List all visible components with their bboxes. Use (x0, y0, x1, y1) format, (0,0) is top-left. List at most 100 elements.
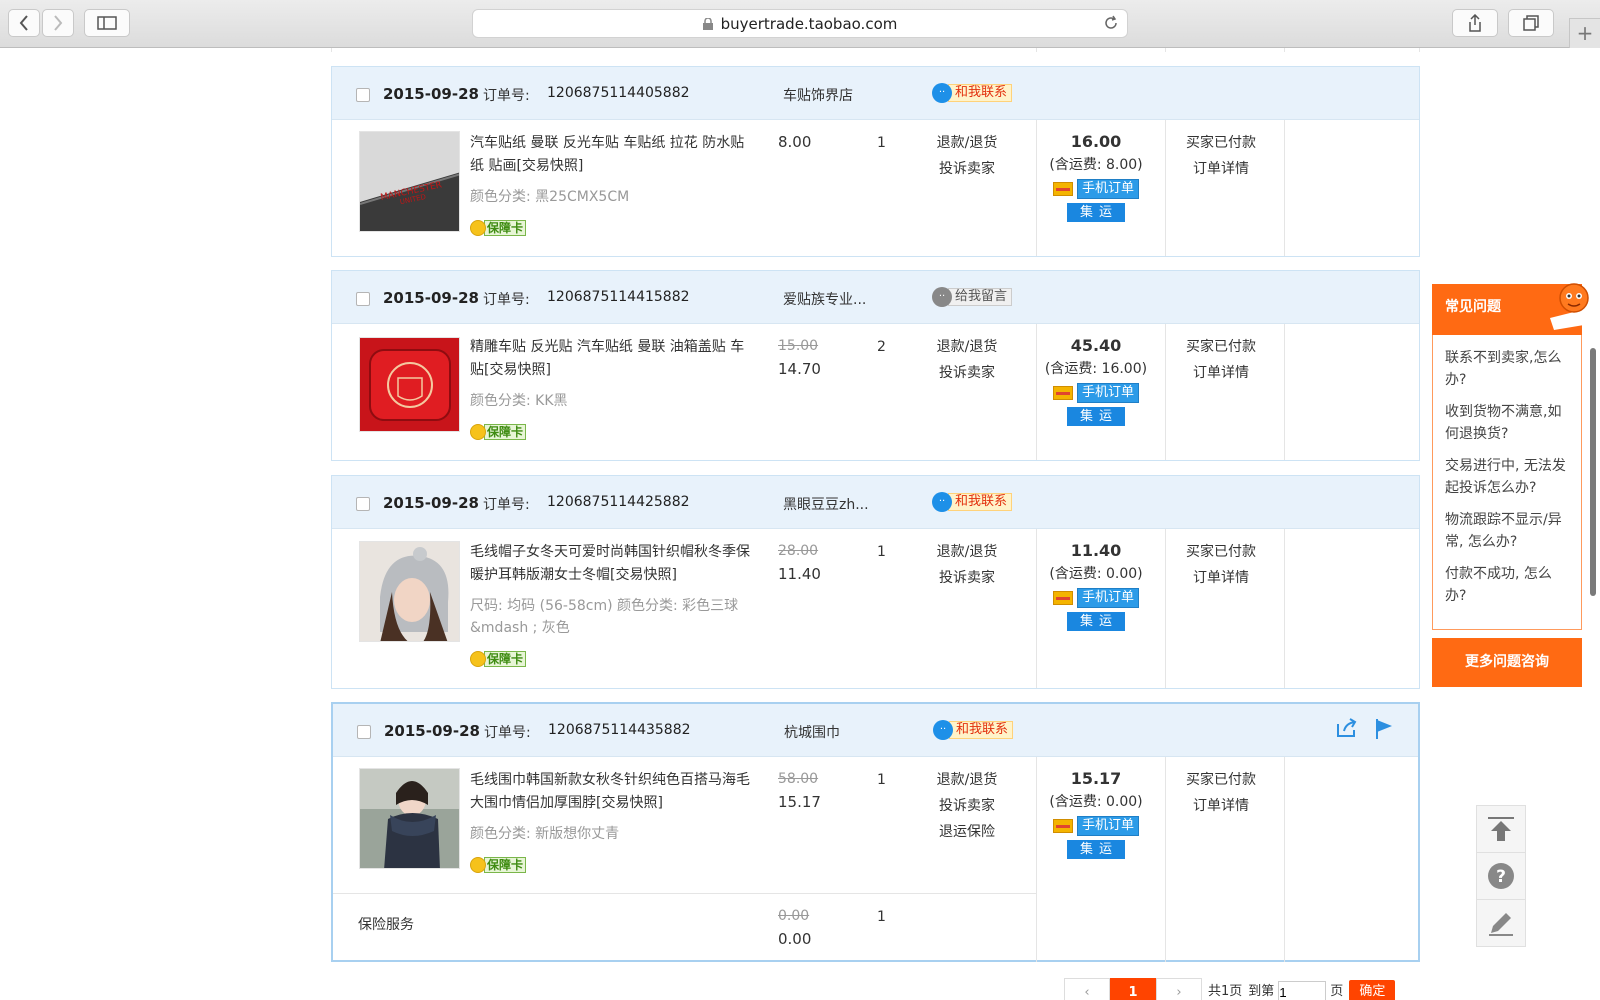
order-total: 15.17 (含运费: 0.00) 手机订单 集运 (1032, 768, 1160, 859)
reload-icon[interactable] (1103, 15, 1119, 31)
more-questions-button[interactable]: 更多问题咨询 (1432, 638, 1582, 687)
complain-link[interactable]: 投诉卖家 (912, 360, 1022, 386)
contact-seller-button[interactable]: ·· 和我联系 (932, 492, 1013, 512)
order-number-label: 订单号: (483, 497, 530, 513)
order-number: 1206875114415882 (547, 289, 690, 305)
share-icon (1469, 14, 1481, 32)
card-icon (1052, 182, 1073, 196)
insurance-original-price: 0.00 (778, 908, 810, 924)
feedback-button[interactable] (1476, 899, 1526, 947)
order-card: 2015-09-28 订单号: 1206875114405882 车贴饰界店 ·… (331, 66, 1420, 257)
complain-link[interactable]: 投诉卖家 (912, 565, 1022, 591)
complain-link[interactable]: 投诉卖家 (912, 793, 1022, 819)
order-checkbox[interactable] (356, 88, 370, 102)
order-date: 2015-09-28 (383, 85, 479, 103)
order-header: 2015-09-28 订单号: 1206875114405882 车贴饰界店 ·… (332, 67, 1419, 120)
consolidated-shipping-tag[interactable]: 集运 (1067, 612, 1125, 631)
page-unit-label: 页 (1330, 984, 1344, 999)
shop-name-link[interactable]: 黑眼豆豆zh... (783, 494, 869, 514)
order-detail-link[interactable]: 订单详情 (1162, 565, 1280, 591)
status-text: 买家已付款 (1186, 772, 1256, 788)
order-operations: 退款/退货 投诉卖家 (912, 334, 1022, 386)
order-header: 2015-09-28 订单号: 1206875114415882 爱贴族专业..… (332, 271, 1419, 324)
goto-page-input[interactable] (1278, 981, 1327, 1000)
contact-seller-button[interactable]: ·· 和我联系 (932, 83, 1013, 103)
guarantee-icon (470, 857, 486, 873)
order-checkbox[interactable] (356, 497, 370, 511)
prev-page-button[interactable]: ‹ (1064, 978, 1110, 1000)
product-title-link[interactable]: 精雕车贴 反光贴 汽车贴纸 曼联 油箱盖贴 车贴[交易快照] (470, 336, 750, 382)
guarantee-badge[interactable]: 保障卡 (470, 423, 534, 441)
product-image (360, 338, 459, 431)
back-button[interactable] (8, 9, 40, 37)
product-image (360, 769, 459, 868)
product-title-link[interactable]: 毛线帽子女冬天可爱时尚韩国针织帽秋冬季保暖护耳韩版潮女士冬帽[交易快照] (470, 541, 750, 587)
consolidated-shipping-tag[interactable]: 集运 (1067, 407, 1125, 426)
unit-price: 15.17 (778, 793, 821, 811)
goto-confirm-button[interactable]: 确定 (1349, 980, 1396, 1000)
card-icon (1052, 386, 1073, 400)
product-thumbnail[interactable] (359, 337, 460, 432)
shop-name-link[interactable]: 杭城围巾 (784, 722, 840, 742)
faq-item[interactable]: 物流跟踪不显示/异常, 怎么办? (1445, 509, 1571, 553)
order-date: 2015-09-28 (384, 722, 480, 740)
order-detail-link[interactable]: 订单详情 (1162, 793, 1280, 819)
share-button[interactable] (1452, 9, 1498, 37)
refund-link[interactable]: 退款/退货 (912, 539, 1022, 565)
guarantee-badge[interactable]: 保障卡 (470, 650, 534, 668)
product-thumbnail[interactable] (359, 768, 460, 869)
tabs-button[interactable] (1508, 9, 1554, 37)
guarantee-icon (470, 651, 486, 667)
product-thumbnail[interactable]: MANCHESTER UNITED (359, 131, 460, 232)
share-order-icon[interactable] (1336, 718, 1358, 738)
contact-seller-button[interactable]: ·· 和我联系 (933, 720, 1014, 740)
page-button-current[interactable]: 1 (1110, 978, 1156, 1000)
order-number-label: 订单号: (484, 725, 531, 741)
chat-bubble-icon: ·· (932, 83, 952, 103)
shop-name-link[interactable]: 车贴饰界店 (783, 85, 853, 105)
product-thumbnail[interactable] (359, 541, 460, 642)
consolidated-shipping-tag[interactable]: 集运 (1067, 203, 1125, 222)
guarantee-icon (470, 424, 486, 440)
product-title-link[interactable]: 毛线围巾韩国新款女秋冬针织纯色百搭马海毛大围巾情侣加厚围脖[交易快照] (470, 769, 750, 815)
guarantee-badge[interactable]: 保障卡 (470, 856, 534, 874)
total-pages: 共1页 (1208, 984, 1243, 999)
product-image: MANCHESTER UNITED (360, 132, 459, 231)
faq-item[interactable]: 付款不成功, 怎么办? (1445, 563, 1571, 607)
order-operations: 退款/退货 投诉卖家 退运保险 (912, 767, 1022, 845)
refund-link[interactable]: 退款/退货 (912, 130, 1022, 156)
floating-tools: ? (1476, 805, 1526, 947)
order-detail-link[interactable]: 订单详情 (1162, 156, 1280, 182)
order-checkbox[interactable] (356, 292, 370, 306)
help-button[interactable]: ? (1476, 852, 1526, 900)
back-to-top-button[interactable] (1476, 805, 1526, 853)
shop-name-link[interactable]: 爱贴族专业... (783, 289, 866, 309)
next-page-button[interactable]: › (1156, 978, 1202, 1000)
address-bar[interactable]: buyertrade.taobao.com (472, 9, 1128, 38)
scrollbar-thumb[interactable] (1590, 348, 1596, 596)
forward-button[interactable] (42, 9, 74, 37)
leave-message-button[interactable]: ·· 给我留言 (932, 287, 1013, 307)
question-icon: ? (1488, 863, 1514, 889)
order-checkbox[interactable] (357, 725, 371, 739)
faq-item[interactable]: 交易进行中, 无法发起投诉怎么办? (1445, 455, 1571, 499)
complain-link[interactable]: 投诉卖家 (912, 156, 1022, 182)
return-insurance-link[interactable]: 退运保险 (912, 819, 1022, 845)
sidebar-toggle-button[interactable] (84, 9, 130, 37)
refund-link[interactable]: 退款/退货 (912, 767, 1022, 793)
pagination: ‹ 1 › 共1页 到第 页 确定 (1064, 978, 1396, 1000)
order-detail-link[interactable]: 订单详情 (1162, 360, 1280, 386)
unit-price: 11.40 (778, 565, 821, 583)
faq-item[interactable]: 收到货物不满意,如何退换货? (1445, 401, 1571, 445)
order-card: 2015-09-28 订单号: 1206875114415882 爱贴族专业..… (331, 270, 1420, 461)
consolidated-shipping-tag[interactable]: 集运 (1067, 840, 1125, 859)
new-tab-button[interactable]: + (1569, 18, 1600, 48)
product-title-link[interactable]: 汽车贴纸 曼联 反光车贴 车贴纸 拉花 防水贴纸 贴画[交易快照] (470, 132, 750, 178)
faq-item[interactable]: 联系不到卖家,怎么办? (1445, 347, 1571, 391)
order-number-label: 订单号: (483, 292, 530, 308)
original-price: 15.00 (778, 338, 819, 354)
order-list-page: 2015-09-28 订单号: 1206875114405882 车贴饰界店 ·… (0, 48, 1600, 1000)
flag-icon[interactable] (1374, 718, 1394, 740)
refund-link[interactable]: 退款/退货 (912, 334, 1022, 360)
guarantee-badge[interactable]: 保障卡 (470, 219, 534, 237)
